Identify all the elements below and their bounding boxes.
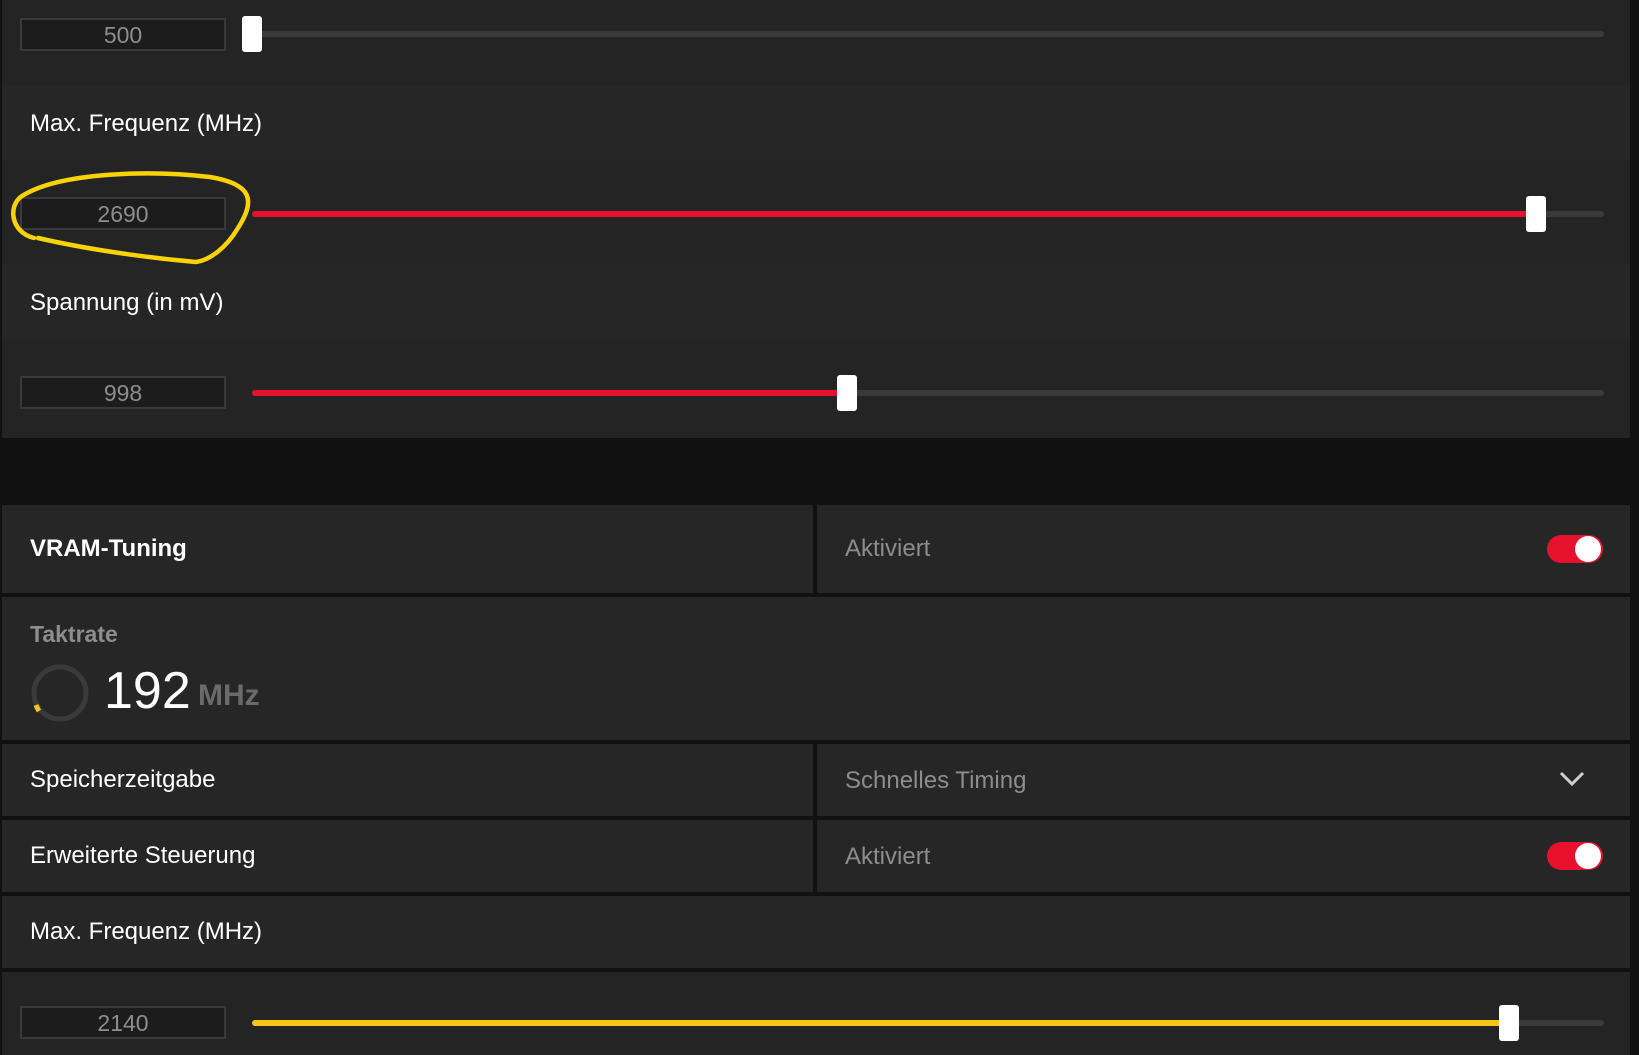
min-frequency-input[interactable]: 500 bbox=[20, 18, 226, 51]
max-frequency-header: Max. Frequenz (MHz) bbox=[2, 86, 1630, 161]
max-frequency-slider-fill bbox=[252, 211, 1537, 217]
gpu-tuning-panel: 500 Max. Frequenz (MHz) 2690 Spannung (i… bbox=[2, 0, 1630, 438]
vram-clock-row: Taktrate 192 MHz bbox=[2, 597, 1630, 740]
vram-advanced-label: Erweiterte Steuerung bbox=[30, 842, 256, 869]
vram-clock-value: 192 bbox=[104, 662, 191, 720]
vram-max-frequency-slider[interactable] bbox=[252, 1005, 1604, 1041]
chevron-down-icon[interactable] bbox=[1559, 770, 1585, 788]
max-frequency-label: Max. Frequenz (MHz) bbox=[30, 110, 263, 137]
voltage-slider-fill bbox=[252, 390, 847, 396]
voltage-row: 998 bbox=[2, 342, 1630, 438]
vram-timing-label-cell: Speicherzeitgabe bbox=[2, 744, 813, 816]
vram-advanced-toggle-knob bbox=[1575, 843, 1601, 869]
vram-advanced-status-cell: Aktiviert bbox=[817, 820, 1630, 892]
voltage-label: Spannung (in mV) bbox=[30, 289, 224, 316]
vram-max-frequency-label: Max. Frequenz (MHz) bbox=[30, 918, 263, 945]
vram-max-frequency-slider-fill bbox=[252, 1020, 1510, 1026]
gauge-icon bbox=[31, 664, 89, 722]
vram-clock-unit: MHz bbox=[198, 679, 260, 712]
vram-tuning-panel: VRAM-Tuning Aktiviert Taktrate 192 MHz S… bbox=[2, 505, 1630, 1055]
voltage-input[interactable]: 998 bbox=[20, 376, 226, 409]
vram-timing-value: Schnelles Timing bbox=[845, 767, 1027, 794]
vram-advanced-status: Aktiviert bbox=[845, 843, 931, 870]
vram-timing-dropdown[interactable]: Schnelles Timing bbox=[817, 744, 1630, 816]
vram-status: Aktiviert bbox=[845, 535, 931, 562]
min-frequency-slider[interactable] bbox=[242, 16, 1604, 52]
min-frequency-slider-thumb[interactable] bbox=[242, 16, 262, 52]
voltage-slider[interactable] bbox=[252, 375, 1604, 411]
vram-status-cell: Aktiviert bbox=[817, 505, 1630, 593]
vram-clock-label: Taktrate bbox=[30, 621, 118, 647]
vram-advanced-row: Erweiterte Steuerung Aktiviert bbox=[2, 820, 1630, 892]
vram-advanced-label-cell: Erweiterte Steuerung bbox=[2, 820, 813, 892]
voltage-slider-thumb[interactable] bbox=[836, 375, 857, 411]
vram-header-row: VRAM-Tuning Aktiviert bbox=[2, 505, 1630, 593]
vram-title: VRAM-Tuning bbox=[30, 535, 187, 562]
vram-timing-row: Speicherzeitgabe Schnelles Timing bbox=[2, 744, 1630, 816]
max-frequency-slider-thumb[interactable] bbox=[1526, 196, 1547, 232]
vram-max-frequency-row: 2140 bbox=[2, 972, 1630, 1055]
min-frequency-row: 500 bbox=[2, 0, 1630, 83]
voltage-header: Spannung (in mV) bbox=[2, 265, 1630, 340]
max-frequency-input[interactable]: 2690 bbox=[20, 197, 226, 230]
max-frequency-row: 2690 bbox=[2, 163, 1630, 263]
max-frequency-slider[interactable] bbox=[252, 196, 1604, 232]
vram-max-frequency-input[interactable]: 2140 bbox=[20, 1006, 226, 1039]
vram-timing-label: Speicherzeitgabe bbox=[30, 766, 216, 793]
vram-title-cell: VRAM-Tuning bbox=[2, 505, 813, 593]
vram-max-frequency-header: Max. Frequenz (MHz) bbox=[2, 896, 1630, 968]
vram-toggle[interactable] bbox=[1547, 535, 1603, 563]
vram-advanced-toggle[interactable] bbox=[1547, 842, 1603, 870]
vram-toggle-knob bbox=[1575, 536, 1601, 562]
vram-max-frequency-slider-thumb[interactable] bbox=[1499, 1005, 1520, 1041]
